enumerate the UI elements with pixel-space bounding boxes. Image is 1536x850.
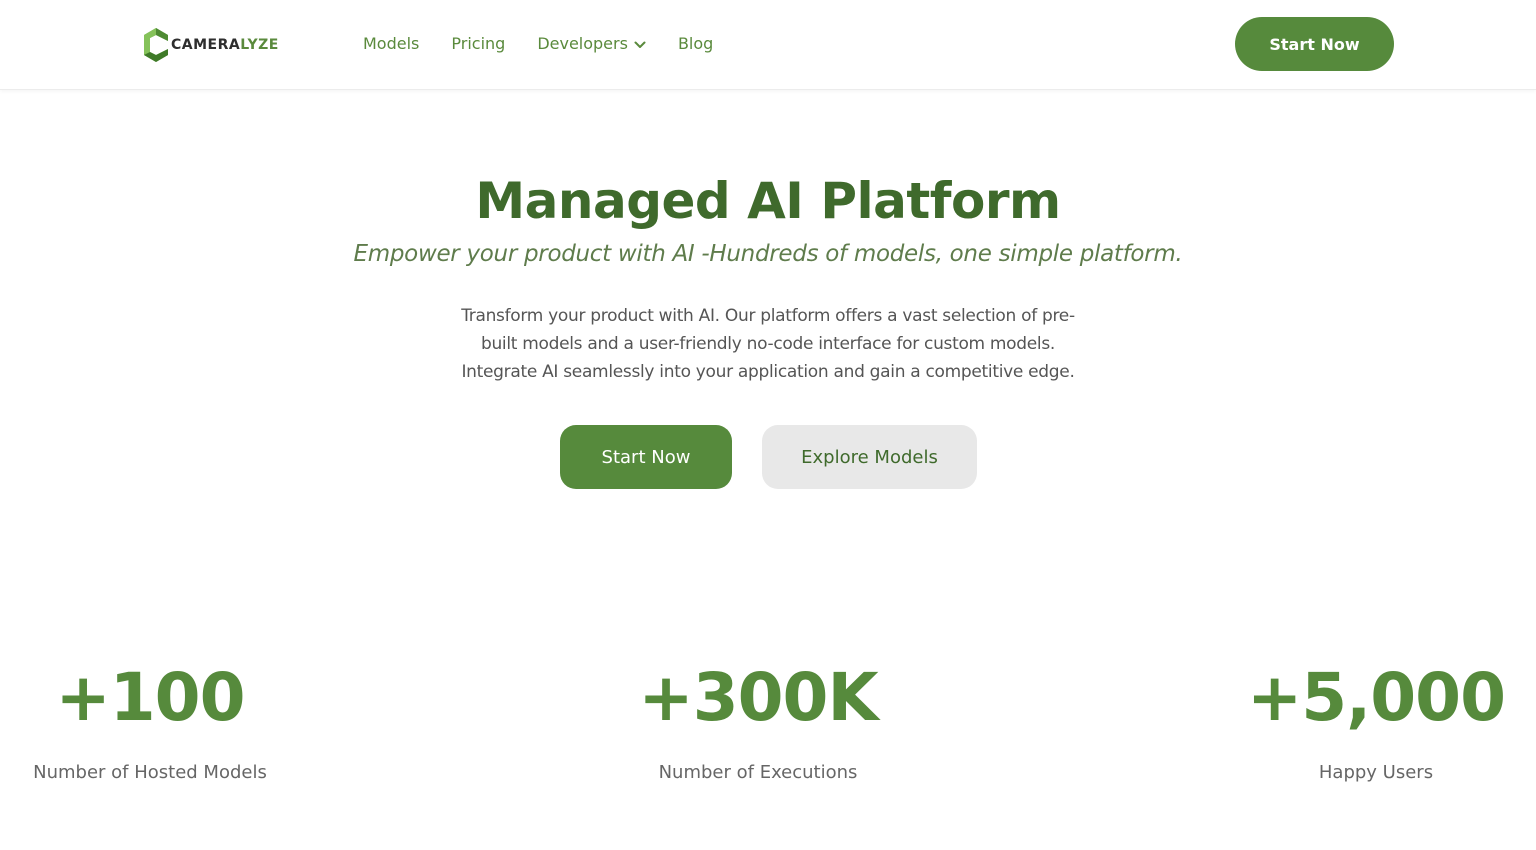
stat-label: Happy Users <box>1318 762 1434 783</box>
stat-label: Number of Executions <box>658 762 858 783</box>
nav-link-developers-label: Developers <box>537 34 628 53</box>
header-start-now-button[interactable]: Start Now <box>1235 17 1394 71</box>
stat-executions: +300K Number of Executions <box>618 656 898 786</box>
stat-label: Number of Hosted Models <box>33 762 267 783</box>
nav-link-models[interactable]: Models <box>363 33 419 55</box>
nav-dropdown-developers[interactable]: Developers <box>537 33 646 55</box>
stat-value: +100 <box>55 659 245 736</box>
stat-happy-users: +5,000 Happy Users <box>1236 656 1516 786</box>
hero-description-line: Transform your product with AI. Our plat… <box>461 306 1075 326</box>
hexagon-c-logo-icon <box>144 28 168 62</box>
stat-value: +5,000 <box>1246 659 1506 736</box>
logo-text-lyze: LYZE <box>240 37 279 53</box>
hero-title: Managed AI Platform <box>475 172 1061 230</box>
hero-subtitle: Empower your product with AI -Hundreds o… <box>353 241 1183 267</box>
stat-hosted-models: +100 Number of Hosted Models <box>20 656 280 786</box>
stat-value: +300K <box>638 659 878 736</box>
hero-description-line: built models and a user-friendly no-code… <box>480 334 1056 354</box>
camera-lyze-logo[interactable]: CAMERALYZE <box>143 27 279 63</box>
logo-wordmark: CAMERALYZE <box>171 38 279 52</box>
nav-link-blog[interactable]: Blog <box>678 33 713 55</box>
hero-description-line: Integrate AI seamlessly into your applic… <box>461 362 1075 382</box>
hero-description: Transform your product with AI. Our plat… <box>440 302 1096 386</box>
explore-models-button[interactable]: Explore Models <box>762 425 977 489</box>
chevron-down-icon <box>634 33 646 55</box>
top-navbar: CAMERALYZE Models Pricing Developers Blo… <box>0 0 1536 90</box>
main-nav: Models Pricing Developers Blog <box>363 33 713 55</box>
hero-buttons: Start Now Explore Models <box>560 425 977 489</box>
hero-start-now-button[interactable]: Start Now <box>560 425 732 489</box>
nav-link-pricing[interactable]: Pricing <box>451 33 505 55</box>
logo-text-camera: CAMERA <box>171 37 241 53</box>
